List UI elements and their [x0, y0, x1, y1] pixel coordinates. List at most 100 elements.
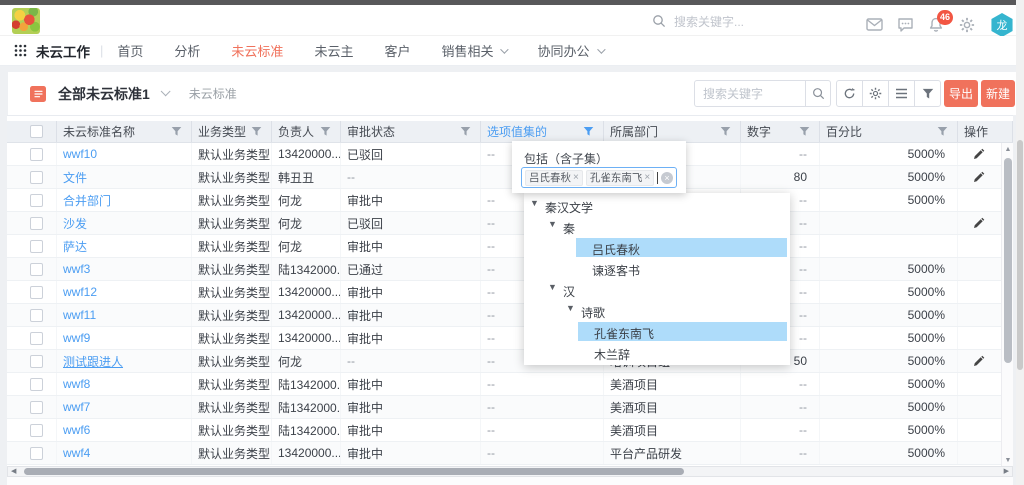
record-link[interactable]: 测试跟进人 [63, 353, 123, 370]
column-header-百分比[interactable]: 百分比 [820, 121, 958, 142]
list-search-button[interactable] [805, 80, 831, 107]
edit-pencil-icon[interactable] [972, 148, 985, 161]
gear-icon[interactable] [959, 17, 976, 33]
row-checkbox[interactable] [30, 263, 43, 276]
row-checkbox[interactable] [30, 309, 43, 322]
row-checkbox[interactable] [30, 447, 43, 460]
refresh-button[interactable] [836, 80, 863, 107]
filter-funnel-icon[interactable] [720, 126, 731, 137]
horizontal-scrollbar[interactable]: ◀ ▶ [7, 466, 1013, 477]
filter-funnel-icon[interactable] [583, 126, 594, 137]
page-scroll-thumb[interactable] [1017, 140, 1023, 370]
vertical-scroll-thumb[interactable] [1004, 158, 1012, 363]
page-scrollbar[interactable] [1016, 0, 1024, 485]
filter-funnel-icon[interactable] [937, 126, 948, 137]
row-checkbox[interactable] [30, 401, 43, 414]
tree-node-谏逐客书[interactable]: 谏逐客书 [524, 258, 790, 279]
row-checkbox[interactable] [30, 240, 43, 253]
filter-funnel-icon[interactable] [171, 126, 182, 137]
bell-icon[interactable]: 46 [928, 17, 945, 33]
tag-remove-icon[interactable]: × [644, 172, 650, 183]
create-button[interactable]: 新建 [981, 80, 1015, 107]
column-header-未云标准名称[interactable]: 未云标准名称 [57, 121, 192, 142]
table-vertical-scrollbar[interactable]: ▲ ▼ [1001, 143, 1013, 467]
tree-node-木兰辞[interactable]: 木兰辞 [524, 342, 790, 363]
app-title[interactable]: 未云工作 [36, 41, 90, 61]
horizontal-scroll-thumb[interactable] [24, 468, 684, 475]
filter-funnel-icon[interactable] [799, 126, 810, 137]
filter-tag-input[interactable]: 吕氏春秋×孔雀东南飞×× [521, 167, 677, 188]
export-button[interactable]: 导出 [944, 80, 978, 107]
tree-expand-arrow[interactable]: ▼ [548, 219, 557, 229]
tree-expand-arrow[interactable]: ▼ [530, 198, 539, 208]
tree-node-秦汉文学[interactable]: ▼秦汉文学 [524, 195, 790, 216]
row-checkbox[interactable] [30, 424, 43, 437]
record-link[interactable]: wwf3 [63, 262, 90, 276]
select-all-checkbox[interactable] [30, 125, 43, 138]
view-selector[interactable]: 全部未云标准1 未云标准 [30, 72, 237, 115]
filter-funnel-icon[interactable] [251, 126, 262, 137]
row-checkbox[interactable] [30, 286, 43, 299]
column-header-负责人[interactable]: 负责人 [272, 121, 341, 142]
tree-node-汉[interactable]: ▼汉 [524, 279, 790, 300]
chat-icon[interactable] [897, 17, 914, 33]
tree-node-吕氏春秋[interactable]: 吕氏春秋 [524, 237, 790, 258]
list-search-input[interactable] [694, 80, 806, 107]
user-avatar[interactable]: 龙 [990, 13, 1014, 37]
record-link[interactable]: 文件 [63, 169, 87, 186]
column-header-所属部门[interactable]: 所属部门 [604, 121, 741, 142]
tag-remove-icon[interactable]: × [573, 172, 579, 183]
column-header-审批状态[interactable]: 审批状态 [341, 121, 481, 142]
nav-item-分析[interactable]: 分析 [174, 41, 200, 60]
nav-item-首页[interactable]: 首页 [117, 41, 143, 60]
record-link[interactable]: wwf4 [63, 446, 90, 460]
record-link[interactable]: wwf10 [63, 147, 97, 161]
row-checkbox[interactable] [30, 194, 43, 207]
record-link[interactable]: 萨达 [63, 238, 87, 255]
nav-item-未云主[interactable]: 未云主 [314, 41, 353, 60]
column-header-选项值集的[interactable]: 选项值集的 [481, 121, 604, 142]
record-link[interactable]: 合并部门 [63, 192, 111, 209]
clear-input-icon[interactable]: × [661, 172, 673, 184]
app-grid-icon[interactable] [14, 44, 27, 57]
global-search[interactable]: 搜索关键字... [652, 11, 744, 31]
record-link[interactable]: wwf12 [63, 285, 97, 299]
filter-button[interactable] [914, 80, 941, 107]
nav-item-客户[interactable]: 客户 [384, 41, 410, 60]
filter-funnel-icon[interactable] [320, 126, 331, 137]
row-checkbox[interactable] [30, 378, 43, 391]
row-checkbox[interactable] [30, 217, 43, 230]
record-link[interactable]: wwf8 [63, 377, 90, 391]
list-display-button[interactable] [888, 80, 915, 107]
tree-expand-arrow[interactable]: ▼ [548, 282, 557, 292]
record-link[interactable]: wwf9 [63, 331, 90, 345]
scroll-up-arrow[interactable]: ▲ [1002, 146, 1014, 153]
edit-pencil-icon[interactable] [972, 217, 985, 230]
column-header-业务类型[interactable]: 业务类型 [192, 121, 272, 142]
filter-funnel-icon[interactable] [460, 126, 471, 137]
record-link[interactable]: wwf11 [63, 308, 96, 322]
settings-button[interactable] [862, 80, 889, 107]
row-checkbox[interactable] [30, 171, 43, 184]
app-logo[interactable] [12, 8, 40, 34]
edit-pencil-icon[interactable] [972, 355, 985, 368]
scroll-left-arrow[interactable]: ◀ [11, 467, 16, 476]
tree-node-孔雀东南飞[interactable]: 孔雀东南飞 [524, 321, 790, 342]
row-checkbox[interactable] [30, 355, 43, 368]
row-checkbox[interactable] [30, 148, 43, 161]
nav-item-销售相关[interactable]: 销售相关 [441, 41, 506, 60]
column-header-数字[interactable]: 数字 [741, 121, 820, 142]
scroll-down-arrow[interactable]: ▼ [1002, 457, 1014, 464]
record-link[interactable]: 沙发 [63, 215, 87, 232]
tree-node-秦[interactable]: ▼秦 [524, 216, 790, 237]
scroll-right-arrow[interactable]: ▶ [1004, 467, 1009, 476]
tree-node-诗歌[interactable]: ▼诗歌 [524, 300, 790, 321]
mail-icon[interactable] [866, 17, 883, 33]
record-link[interactable]: wwf6 [63, 423, 90, 437]
tree-expand-arrow[interactable]: ▼ [566, 303, 575, 313]
nav-item-未云标准[interactable]: 未云标准 [231, 41, 283, 60]
record-link[interactable]: wwf7 [63, 400, 90, 414]
edit-pencil-icon[interactable] [972, 171, 985, 184]
nav-item-协同办公[interactable]: 协同办公 [537, 41, 602, 60]
column-header-操作[interactable]: 操作 [958, 121, 1013, 142]
